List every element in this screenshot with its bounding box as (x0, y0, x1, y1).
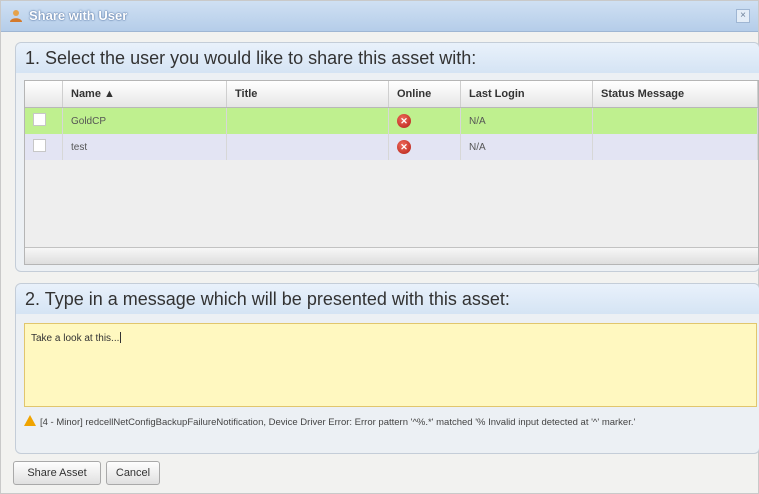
offline-x-icon: ✕ (397, 114, 411, 128)
status-message-cell (592, 134, 758, 160)
close-button[interactable]: × (736, 9, 750, 23)
online-cell: ✕ (388, 107, 461, 134)
row-checkbox[interactable] (33, 113, 46, 126)
share-asset-button[interactable]: Share Asset (13, 461, 101, 485)
warning-triangle-icon (24, 415, 36, 426)
message-textarea[interactable]: Take a look at this... (24, 323, 757, 407)
title-bar[interactable]: Share with User × (1, 1, 758, 32)
warning-message: [4 - Minor] redcellNetConfigBackupFailur… (24, 415, 754, 430)
user-name-cell: test (62, 134, 227, 160)
column-header-online[interactable]: Online (388, 81, 461, 108)
last-login-cell: N/A (460, 134, 593, 160)
last-login-cell: N/A (460, 107, 593, 134)
row-checkbox[interactable] (33, 139, 46, 152)
status-message-cell (592, 107, 758, 134)
row-checkbox-cell (25, 134, 63, 160)
column-header-select (25, 81, 63, 108)
section1-heading: 1. Select the user you would like to sha… (25, 48, 477, 68)
row-checkbox-cell (25, 107, 63, 134)
online-cell: ✕ (388, 134, 461, 160)
offline-x-icon: ✕ (397, 140, 411, 154)
warning-text: [4 - Minor] redcellNetConfigBackupFailur… (40, 417, 636, 428)
share-with-user-dialog: Share with User × 1. Select the user you… (0, 0, 759, 494)
user-name-cell: GoldCP (62, 107, 227, 134)
section2-header: 2. Type in a message which will be prese… (16, 284, 759, 314)
cancel-button[interactable]: Cancel (106, 461, 160, 485)
select-user-panel: 1. Select the user you would like to sha… (15, 42, 759, 272)
window-title: Share with User (29, 8, 128, 23)
message-panel: 2. Type in a message which will be prese… (15, 283, 759, 454)
column-header-name[interactable]: Name ▲ (62, 81, 227, 108)
column-header-title[interactable]: Title (226, 81, 389, 108)
section2-heading: 2. Type in a message which will be prese… (25, 289, 510, 309)
column-header-last-login[interactable]: Last Login (460, 81, 593, 108)
table-header-row: Name ▲ Title Online Last Login Status Me… (25, 81, 758, 108)
horizontal-scrollbar[interactable] (25, 247, 758, 264)
text-cursor (120, 332, 122, 343)
table-row[interactable]: GoldCP ✕ N/A (25, 107, 758, 134)
table-row[interactable]: test ✕ N/A (25, 134, 758, 160)
message-text: Take a look at this... (31, 333, 120, 344)
section1-header: 1. Select the user you would like to sha… (16, 43, 759, 73)
users-table: Name ▲ Title Online Last Login Status Me… (24, 80, 759, 265)
user-share-icon (10, 10, 22, 22)
user-title-cell (226, 107, 389, 134)
column-header-status-message[interactable]: Status Message (592, 81, 758, 108)
user-title-cell (226, 134, 389, 160)
